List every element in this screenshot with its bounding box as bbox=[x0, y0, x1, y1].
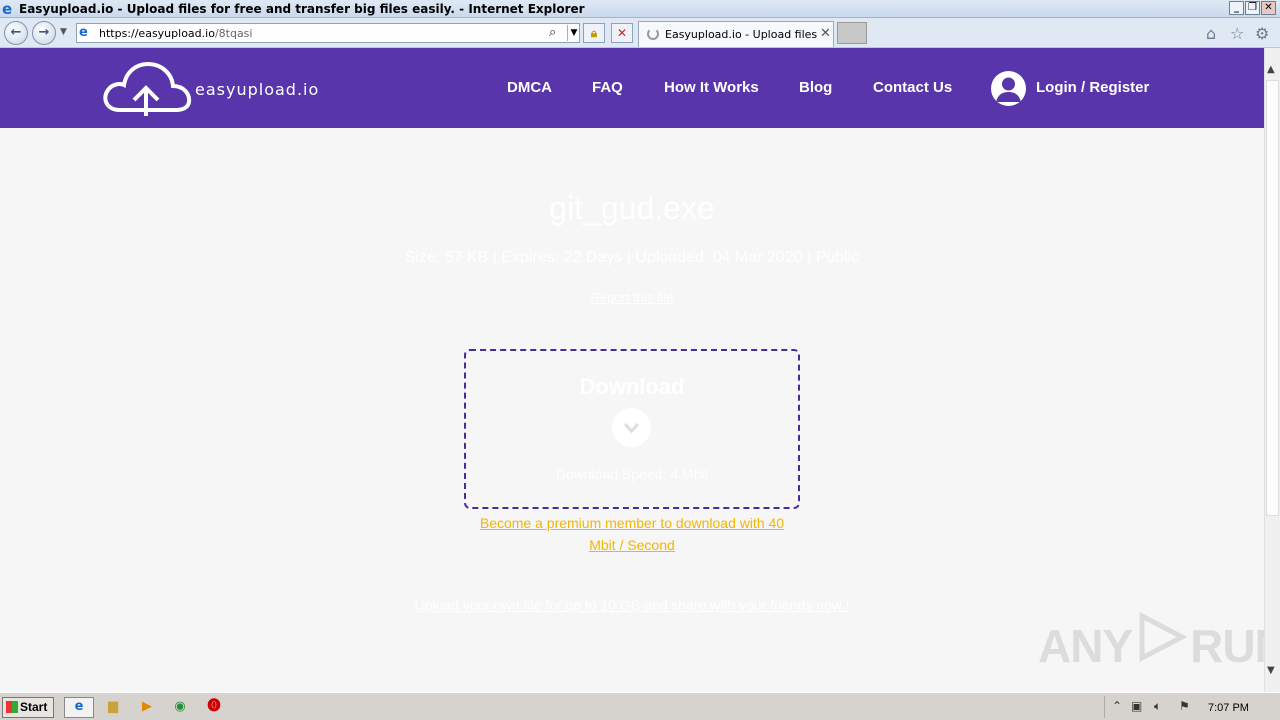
minimize-button[interactable]: _ bbox=[1229, 1, 1244, 15]
start-button[interactable]: Start bbox=[2, 697, 54, 718]
nav-how-it-works[interactable]: How It Works bbox=[664, 79, 759, 96]
home-icon[interactable]: ⌂ bbox=[1206, 24, 1216, 43]
history-dropdown-icon[interactable]: ▼ bbox=[60, 27, 67, 37]
nav-blog[interactable]: Blog bbox=[799, 79, 832, 96]
premium-link[interactable]: Become a premium member to download with… bbox=[464, 512, 800, 556]
close-tab-icon[interactable]: ✕ bbox=[820, 26, 831, 41]
network-icon[interactable]: ▣ bbox=[1131, 699, 1142, 713]
folder-icon[interactable]: ▆ bbox=[103, 698, 123, 716]
lock-icon[interactable]: 🔒︎ bbox=[583, 23, 605, 43]
chevron-down-icon[interactable] bbox=[612, 408, 651, 447]
tray-expand-icon[interactable]: ⌃ bbox=[1112, 699, 1122, 713]
logo-text[interactable]: easyupload.io bbox=[195, 80, 319, 99]
flag-icon[interactable]: ⚑ bbox=[1179, 699, 1190, 713]
scroll-down-icon[interactable]: ▼ bbox=[1267, 665, 1275, 676]
ie-taskbar-icon[interactable]: e bbox=[64, 697, 94, 718]
window-titlebar: e Easyupload.io - Upload files for free … bbox=[0, 0, 1280, 18]
start-label: Start bbox=[20, 700, 48, 714]
clock[interactable]: 7:07 PM bbox=[1208, 702, 1249, 714]
page-favicon-icon: e bbox=[79, 25, 88, 40]
chrome-icon[interactable]: ◉ bbox=[170, 698, 190, 716]
cloud-upload-icon[interactable] bbox=[100, 58, 192, 120]
volume-icon[interactable]: 🔈︎ bbox=[1154, 699, 1161, 714]
url-path: /8tqasi bbox=[214, 27, 253, 40]
file-name: git_gud.exe bbox=[549, 190, 715, 226]
ie-logo-icon: e bbox=[2, 0, 13, 18]
windows-logo-icon bbox=[6, 701, 18, 713]
download-title[interactable]: Download bbox=[0, 374, 1264, 400]
nav-contact-us[interactable]: Contact Us bbox=[873, 79, 952, 96]
address-dropdown-icon[interactable]: ▼ bbox=[567, 25, 580, 41]
search-icon[interactable]: ⌕ bbox=[549, 25, 556, 40]
url-host: https://easyupload.io bbox=[99, 27, 215, 40]
opera-icon[interactable]: ⓿ bbox=[204, 698, 224, 716]
address-bar[interactable]: e https://easyupload.io/8tqasi ⌕ ▼ bbox=[76, 23, 580, 43]
anyrun-watermark: ANY RUN bbox=[1038, 611, 1280, 673]
scroll-up-icon[interactable]: ▲ bbox=[1267, 64, 1275, 75]
nav-login-register[interactable]: Login / Register bbox=[1036, 79, 1149, 96]
upload-own-link[interactable]: Upload your own file for up to 10 GB and… bbox=[0, 597, 1264, 613]
loading-spinner-icon bbox=[647, 28, 659, 40]
vertical-scrollbar[interactable]: ▲ ▼ bbox=[1264, 48, 1280, 692]
gear-icon[interactable]: ⚙ bbox=[1255, 24, 1269, 43]
close-window-button[interactable]: ✕ bbox=[1261, 1, 1276, 15]
address-url[interactable]: https://easyupload.io/8tqasi bbox=[99, 27, 252, 40]
browser-tab[interactable]: Easyupload.io - Upload files f... ✕ bbox=[638, 21, 834, 47]
play-triangle-icon bbox=[1132, 611, 1190, 673]
browser-navbar: ← → ▼ e https://easyupload.io/8tqasi ⌕ ▼… bbox=[0, 18, 1280, 48]
premium-link-line1[interactable]: Become a premium member to download with… bbox=[480, 515, 784, 531]
scrollbar-thumb[interactable] bbox=[1266, 80, 1279, 516]
window-title: Easyupload.io - Upload files for free an… bbox=[19, 2, 585, 16]
nav-faq[interactable]: FAQ bbox=[592, 79, 623, 96]
media-player-icon[interactable]: ▶ bbox=[137, 698, 157, 716]
star-icon[interactable]: ☆ bbox=[1230, 24, 1244, 43]
new-tab-button[interactable] bbox=[837, 22, 867, 44]
download-speed: Download Speed: 4 Mbit bbox=[555, 466, 709, 482]
tab-label: Easyupload.io - Upload files f... bbox=[665, 28, 817, 41]
forward-icon[interactable]: → bbox=[32, 21, 56, 45]
report-file-link[interactable]: Report this file bbox=[0, 290, 1264, 305]
file-meta: Size: 57 KB | Expires: 22 Days | Uploade… bbox=[404, 249, 860, 266]
user-avatar-icon[interactable] bbox=[991, 71, 1026, 106]
watermark-left: ANY bbox=[1038, 620, 1133, 672]
back-icon[interactable]: ← bbox=[4, 21, 28, 45]
nav-dmca[interactable]: DMCA bbox=[507, 79, 552, 96]
restore-button[interactable]: ❐ bbox=[1245, 1, 1260, 15]
system-tray: ⌃ ▣ 🔈︎ ⚑ bbox=[1104, 696, 1278, 718]
premium-link-line2[interactable]: Mbit / Second bbox=[589, 537, 675, 553]
taskbar: Start e ▆ ▶ ◉ ⓿ ⌃ ▣ 🔈︎ ⚑ 7:07 PM bbox=[0, 692, 1280, 720]
stop-icon[interactable]: ✕ bbox=[611, 23, 633, 43]
